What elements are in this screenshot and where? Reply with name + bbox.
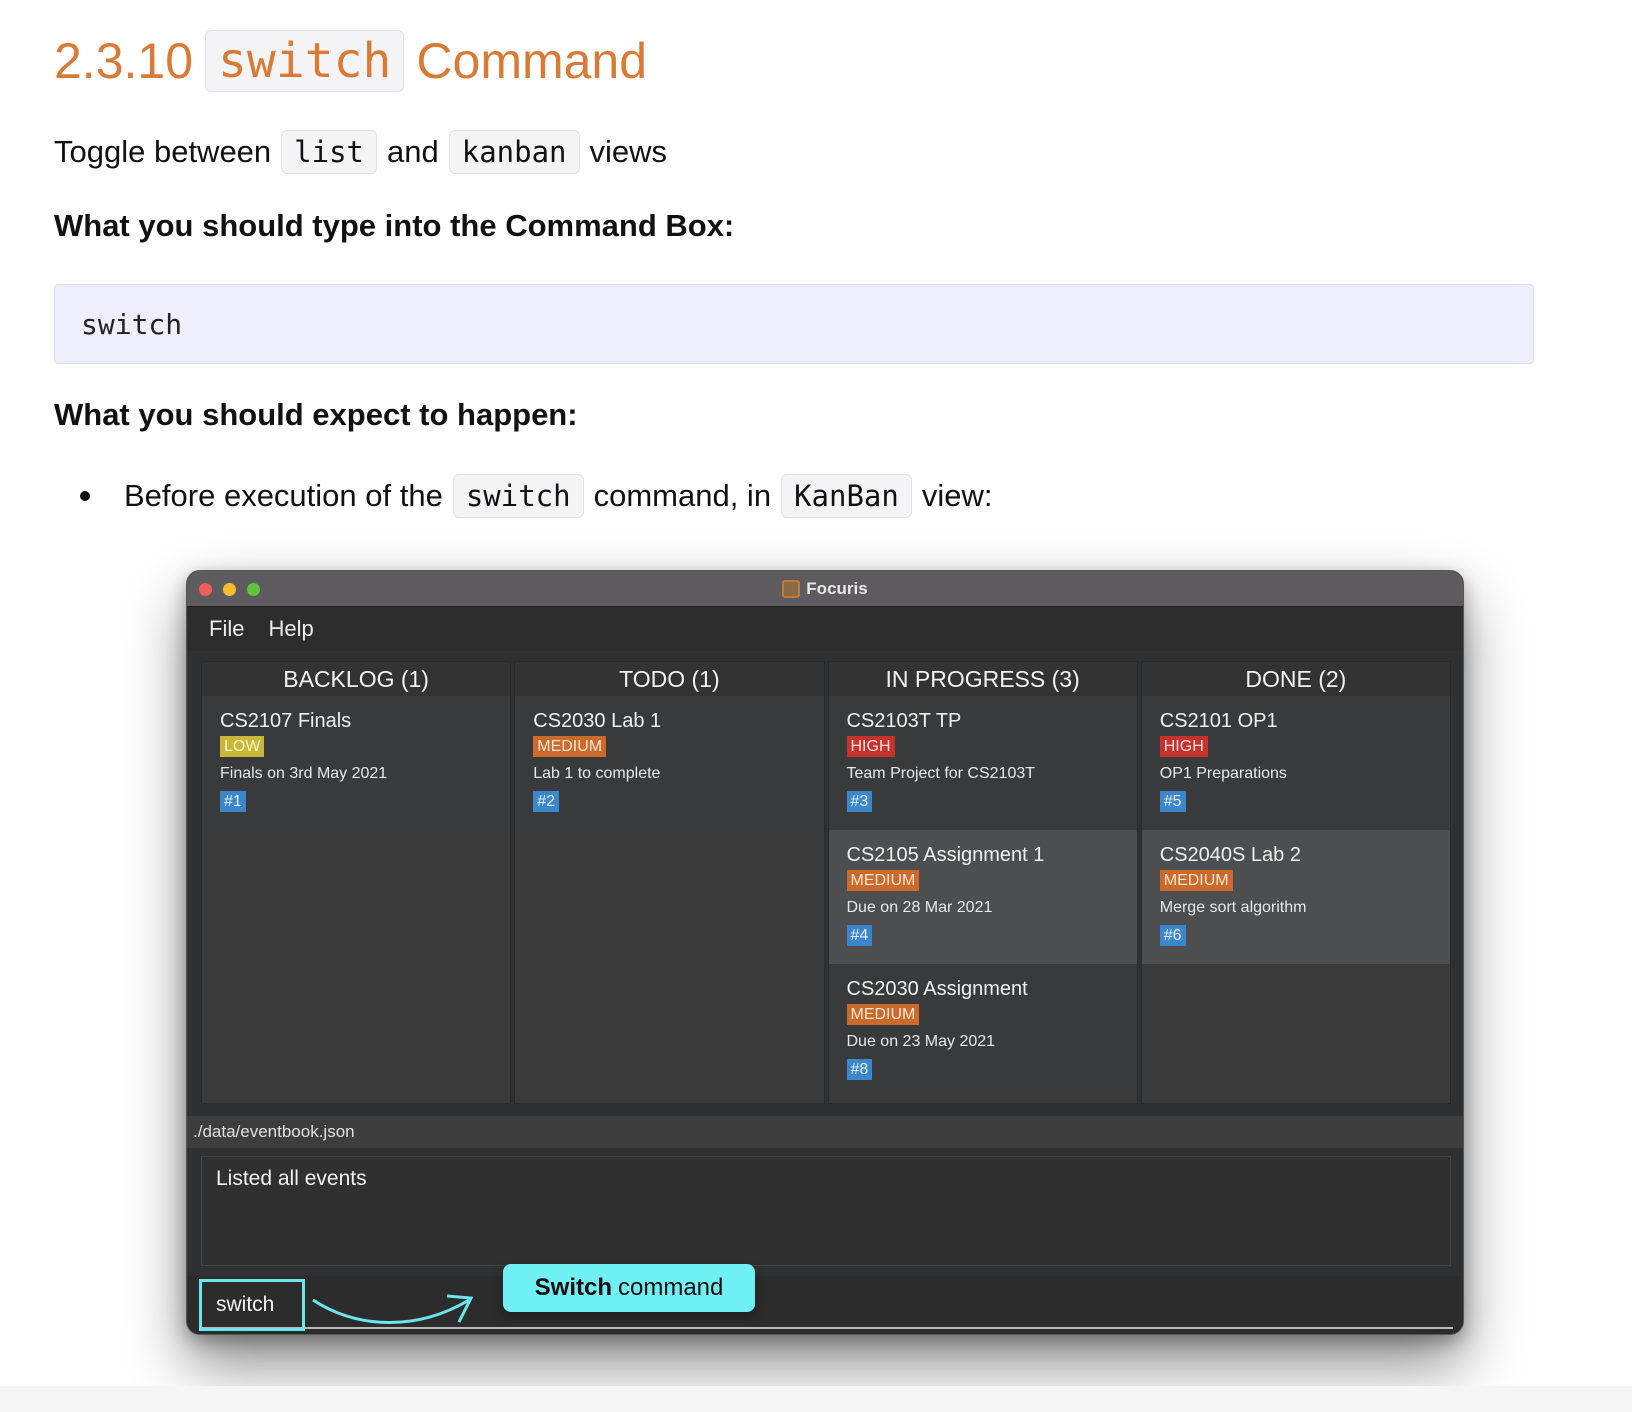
intro-code-list: list [281, 130, 378, 174]
card-title: CS2030 Lab 1 [533, 710, 662, 732]
priority-badge: MEDIUM [1159, 870, 1233, 891]
menu-help[interactable]: Help [268, 616, 313, 642]
intro-suffix: views [589, 134, 668, 169]
kanban-column: IN PROGRESS (3) CS2103T TP HIGH Team Projec… [827, 661, 1138, 1104]
card-description: Merge sort algorithm [1159, 899, 1307, 916]
card-title: CS2030 Assignment [846, 978, 1028, 1000]
card-description: Due on 23 May 2021 [846, 1033, 996, 1050]
card-description: Due on 28 Mar 2021 [846, 899, 993, 916]
event-card[interactable]: CS2040S Lab 2 MEDIUM Merge sort algorithm #… [1141, 830, 1450, 964]
priority-badge: HIGH [846, 736, 895, 757]
kanban-column: DONE (2) CS2101 OP1 HIGH OP1 Preparations #5… [1140, 661, 1451, 1104]
card-title: CS2040S Lab 2 [1159, 844, 1301, 866]
window-title: Focuris [782, 578, 868, 599]
column-header: DONE (2) [1141, 662, 1450, 696]
bullet-item: Before execution of the switch command, … [80, 474, 992, 518]
intro-mid: and [387, 134, 439, 169]
app-window: Focuris File Help BACKLOG (1) CS2107 Fina… [186, 570, 1464, 1335]
kanban-board: BACKLOG (1) CS2107 Finals LOW Finals on 3rd… [201, 661, 1451, 1104]
intro-paragraph: Toggle between list and kanban views [54, 130, 667, 174]
expect-heading: What you should expect to happen: [54, 397, 578, 432]
menu-file[interactable]: File [209, 616, 244, 642]
heading-word: Command [416, 33, 648, 89]
card-id-tag: #5 [1159, 791, 1186, 812]
result-display: Listed all events [201, 1156, 1451, 1266]
intro-prefix: Toggle between [54, 134, 272, 169]
priority-badge: MEDIUM [846, 870, 920, 891]
card-description: Finals on 3rd May 2021 [220, 765, 388, 782]
command-area: switch Switch command [187, 1264, 1463, 1334]
close-window-button[interactable] [199, 583, 212, 596]
file-path-bar: ./data/eventbook.json [187, 1116, 1463, 1148]
card-description: Team Project for CS2103T [846, 765, 1036, 782]
priority-badge: MEDIUM [846, 1004, 920, 1025]
card-id-tag: #8 [846, 1059, 873, 1080]
card-id-tag: #4 [846, 925, 873, 946]
column-header: IN PROGRESS (3) [828, 662, 1137, 696]
app-icon [782, 579, 801, 598]
card-description: Lab 1 to complete [533, 765, 661, 782]
card-id-tag: #2 [533, 791, 560, 812]
event-card[interactable]: CS2030 Lab 1 MEDIUM Lab 1 to complete #2 [515, 696, 824, 830]
card-title: CS2103T TP [846, 710, 962, 732]
window-controls [199, 583, 260, 596]
bullet-prefix: Before execution of the [124, 478, 443, 513]
card-title: CS2101 OP1 [1159, 710, 1278, 732]
event-card[interactable]: CS2105 Assignment 1 MEDIUM Due on 28 Mar 2… [828, 830, 1137, 964]
heading-code: switch [205, 30, 405, 92]
arrow-icon [312, 1294, 474, 1324]
type-heading: What you should type into the Command Bo… [54, 208, 735, 243]
minimize-window-button[interactable] [223, 583, 236, 596]
card-title: CS2107 Finals [220, 710, 352, 732]
column-header: TODO (1) [515, 662, 824, 696]
switch-command-callout: Switch command [503, 1264, 755, 1312]
section-heading: 2.3.10 switch Command [54, 28, 647, 94]
bullet-code-kanban: KanBan [781, 474, 912, 518]
priority-badge: LOW [220, 736, 265, 757]
kanban-column: BACKLOG (1) CS2107 Finals LOW Finals on 3rd… [201, 661, 512, 1104]
window-titlebar: Focuris [187, 571, 1463, 607]
bullet-suffix: view: [921, 478, 993, 513]
callout-bold: Switch [534, 1274, 612, 1301]
card-id-tag: #1 [220, 791, 246, 812]
command-input[interactable]: switch [199, 1279, 305, 1331]
event-card[interactable]: CS2101 OP1 HIGH OP1 Preparations #5 [1141, 696, 1450, 830]
menu-bar: File Help [187, 607, 1463, 651]
card-title: CS2105 Assignment 1 [846, 844, 1045, 866]
event-card[interactable]: CS2103T TP HIGH Team Project for CS2103T #3 [828, 696, 1137, 830]
callout-rest: command [617, 1274, 724, 1301]
bullet-mid: command, in [593, 478, 772, 513]
priority-badge: MEDIUM [533, 736, 607, 757]
page-bottom-strip [0, 1386, 1632, 1412]
event-card[interactable]: CS2030 Assignment MEDIUM Due on 23 May 202… [828, 964, 1137, 1098]
zoom-window-button[interactable] [247, 583, 260, 596]
bullet-dot [80, 491, 90, 501]
window-title-text: Focuris [806, 578, 868, 598]
column-header: BACKLOG (1) [202, 662, 511, 696]
command-code-block: switch [54, 284, 1534, 364]
bullet-code-switch: switch [452, 474, 584, 518]
card-id-tag: #6 [1159, 925, 1186, 946]
card-id-tag: #3 [846, 791, 873, 812]
priority-badge: HIGH [1159, 736, 1208, 757]
intro-code-kanban: kanban [448, 130, 580, 174]
card-description: OP1 Preparations [1159, 765, 1287, 782]
event-card[interactable]: CS2107 Finals LOW Finals on 3rd May 2021 #1 [202, 696, 511, 830]
kanban-column: TODO (1) CS2030 Lab 1 MEDIUM Lab 1 to compl… [514, 661, 825, 1104]
section-number: 2.3.10 [54, 33, 194, 89]
